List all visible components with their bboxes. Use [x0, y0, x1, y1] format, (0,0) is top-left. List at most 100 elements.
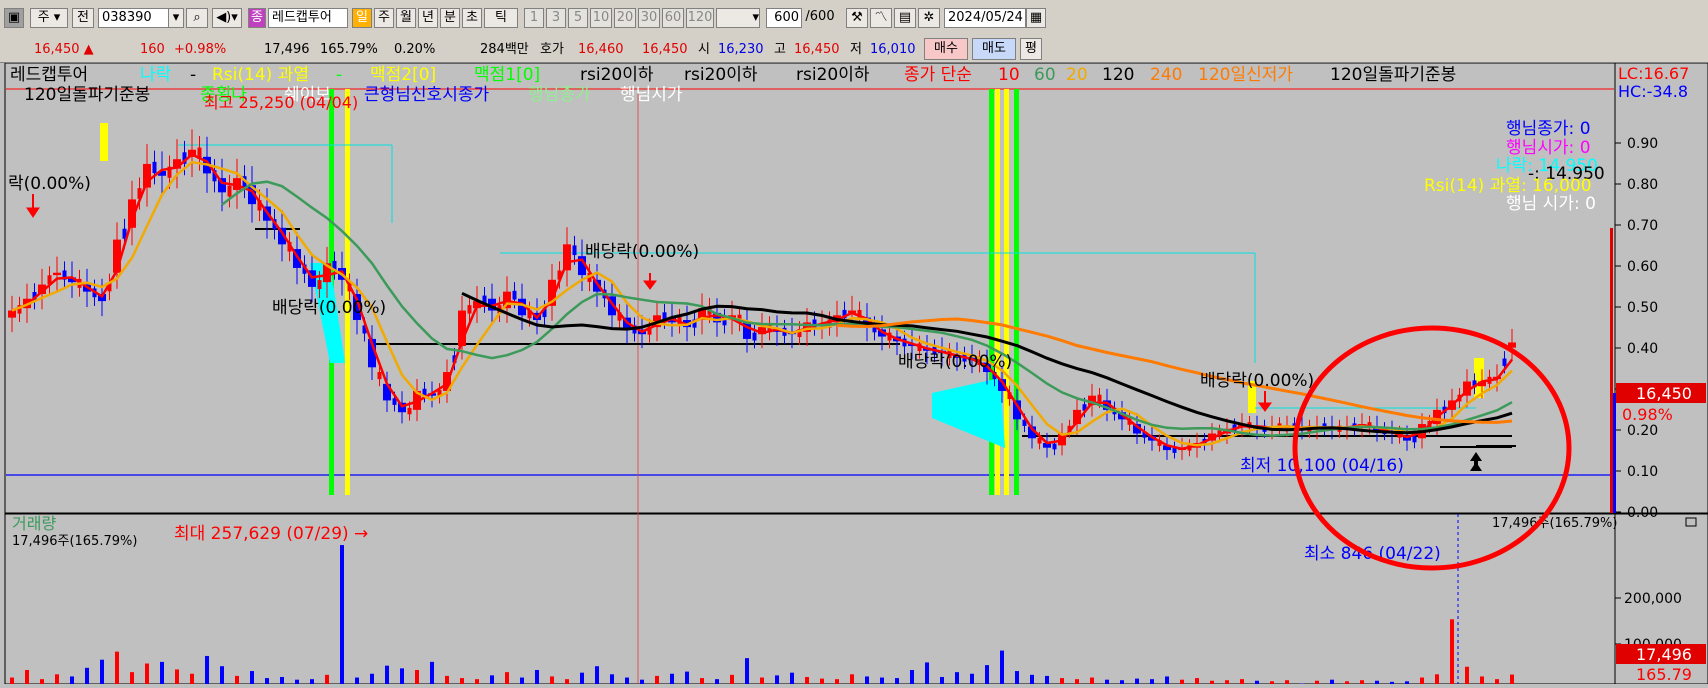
volume-bar — [205, 656, 209, 684]
calendar-icon[interactable]: ▦ — [1026, 8, 1046, 28]
volume-bar — [85, 668, 89, 684]
legend-item: rsi20이하 — [684, 65, 758, 85]
signal-bar — [1014, 89, 1019, 495]
legend-item: 120일돌파기준봉 — [24, 85, 150, 105]
period-tab-month[interactable]: 월 — [396, 8, 416, 28]
volume-max-label: 최대 257,629 (07/29) → — [174, 524, 368, 544]
date-input[interactable]: 2024/05/24 — [944, 8, 1026, 28]
period-tab-tick[interactable]: 틱 — [484, 8, 518, 28]
chart-icon[interactable]: 〽 — [870, 8, 892, 28]
chart-menu-icon[interactable]: ▣ — [4, 8, 24, 28]
type-select[interactable]: 주 ▾ — [30, 8, 68, 28]
high-price: 16,450 — [794, 41, 840, 59]
period-tab-year[interactable]: 년 — [418, 8, 438, 28]
quote-turnover: 0.20% — [394, 41, 435, 59]
period-tab-minute[interactable]: 분 — [440, 8, 460, 28]
volume-bar — [550, 676, 554, 684]
volume-bar — [730, 675, 734, 684]
volume-bar — [535, 670, 539, 684]
minute-tab-1[interactable]: 1 — [524, 8, 544, 28]
volume-bar — [610, 674, 614, 684]
sell-button[interactable]: 매도 — [972, 38, 1016, 60]
y-tick-label: 0.20 — [1627, 423, 1658, 439]
candle-body — [153, 162, 157, 173]
volume-bar — [520, 678, 524, 684]
volume-bar — [175, 669, 179, 684]
volume-bar — [850, 674, 854, 684]
legend-item: 240 — [1150, 65, 1182, 85]
vol-tag: 17,496 — [1636, 645, 1692, 664]
price-range-bar-low — [1613, 393, 1616, 513]
volume-bar — [880, 678, 884, 684]
prev-button[interactable]: 전 — [72, 8, 94, 28]
hc-label: HC:-34.8 — [1618, 82, 1688, 101]
minute-tab-3[interactable]: 3 — [546, 8, 566, 28]
volume-bar — [220, 666, 224, 684]
candle-body — [1098, 395, 1102, 402]
stock-chart[interactable]: 0.900.800.700.600.500.400.300.200.100.00… — [0, 63, 1708, 684]
volume-bar — [280, 677, 284, 684]
tool-icon-1[interactable]: ⚒ — [846, 8, 868, 28]
volume-bar — [190, 674, 194, 684]
candle-body — [1053, 444, 1057, 450]
y-tick-label: 0.60 — [1627, 259, 1658, 275]
legend-title: 레드캡투어 — [10, 65, 88, 85]
candle-body — [1413, 437, 1417, 443]
dividend-label: 배당락(0.00%) — [272, 298, 386, 318]
legend-item: 행님종가 — [528, 85, 591, 105]
volume-bar — [790, 673, 794, 684]
volume-bar — [955, 672, 959, 684]
volume-bar — [130, 672, 134, 684]
price-tag: 16,450 — [1636, 384, 1692, 403]
overlay-label: 행님 시가: 0 — [1506, 194, 1596, 214]
stock-name-field[interactable]: 레드캡투어 — [268, 8, 348, 28]
volume-bar — [1135, 679, 1139, 684]
minute-custom-select[interactable]: ▾ — [716, 8, 760, 28]
volume-bar — [235, 676, 239, 684]
save-icon[interactable]: ▤ — [894, 8, 916, 28]
legend-item: 맥점1[0] — [474, 65, 540, 85]
minute-tab-30[interactable]: 30 — [638, 8, 660, 28]
volume-bar — [910, 670, 914, 684]
volume-bar — [580, 673, 584, 684]
low-label: 저 — [850, 41, 862, 59]
legend-item: - — [336, 65, 342, 85]
volume-bar — [1000, 651, 1004, 684]
search-icon[interactable]: ⌕ — [186, 8, 208, 28]
minute-tab-10[interactable]: 10 — [590, 8, 612, 28]
minute-tab-120[interactable]: 120 — [686, 8, 714, 28]
volume-bar — [1045, 676, 1049, 684]
period-tab-second[interactable]: 초 — [462, 8, 482, 28]
buy-button[interactable]: 매수 — [924, 38, 968, 60]
volume-bar — [1360, 680, 1364, 684]
speaker-icon[interactable]: ◀)▾ — [212, 8, 242, 28]
count-input[interactable]: 600 — [766, 8, 802, 28]
legend-item: 20 — [1066, 65, 1088, 85]
gear-icon[interactable]: ✲ — [918, 8, 940, 28]
y-tick-label: 0.80 — [1627, 177, 1658, 193]
signal-bar — [1004, 89, 1009, 495]
volume-bar — [1150, 679, 1154, 684]
stock-badge: 종 — [248, 8, 266, 28]
volume-bar — [670, 674, 674, 684]
volume-bar — [100, 660, 104, 684]
min-price-label: 최저 10,100 (04/16) — [1240, 456, 1404, 476]
minute-tab-5[interactable]: 5 — [568, 8, 588, 28]
volume-bar — [1030, 675, 1034, 684]
volume-bar — [295, 680, 299, 684]
y-tick-label: 0.40 — [1627, 341, 1658, 357]
minute-tab-60[interactable]: 60 — [662, 8, 684, 28]
chart-area[interactable]: 0.900.800.700.600.500.400.300.200.100.00… — [0, 63, 1708, 684]
volume-bar — [1510, 675, 1514, 684]
lc-label: LC:16.67 — [1618, 64, 1689, 83]
volume-bar — [490, 675, 494, 684]
period-tab-day[interactable]: 일 — [352, 8, 372, 28]
eval-button[interactable]: 평 — [1020, 38, 1042, 60]
minute-tab-20[interactable]: 20 — [614, 8, 636, 28]
volume-bar — [1060, 678, 1064, 684]
period-tab-week[interactable]: 주 — [374, 8, 394, 28]
legend-item: - — [190, 65, 196, 85]
code-dropdown-button[interactable]: ▾ — [168, 8, 184, 28]
legend-item: Rsi(14) 과열 — [212, 65, 309, 85]
candle-body — [573, 245, 577, 255]
